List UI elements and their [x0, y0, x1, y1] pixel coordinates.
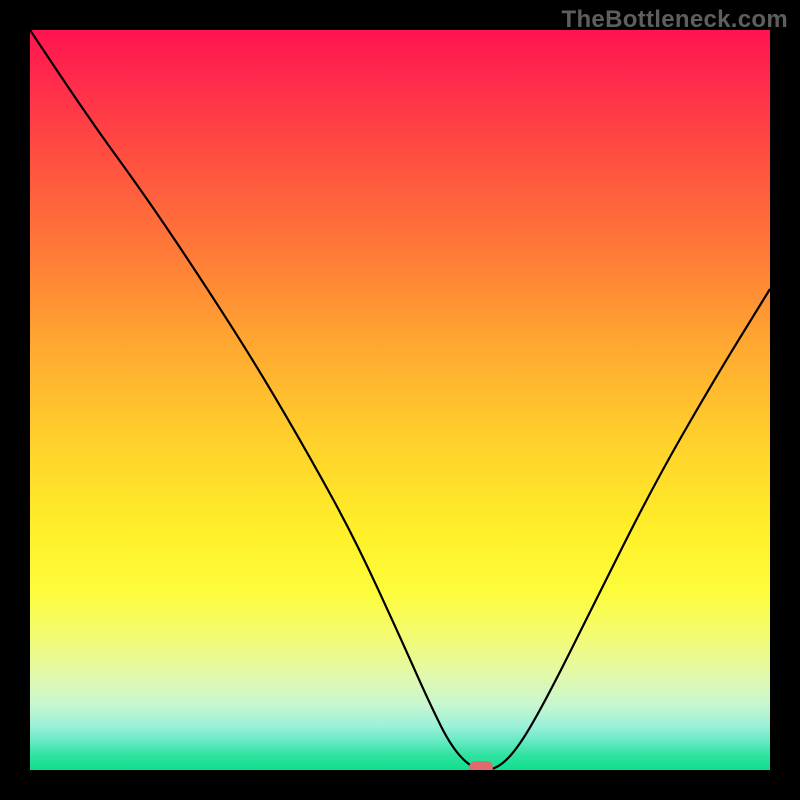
optimum-marker: [469, 761, 493, 770]
watermark-text: TheBottleneck.com: [562, 6, 788, 34]
curve-svg: [30, 30, 770, 770]
bottleneck-curve-path: [30, 30, 770, 770]
plot-area: [30, 30, 770, 770]
chart-frame: TheBottleneck.com: [0, 0, 800, 800]
